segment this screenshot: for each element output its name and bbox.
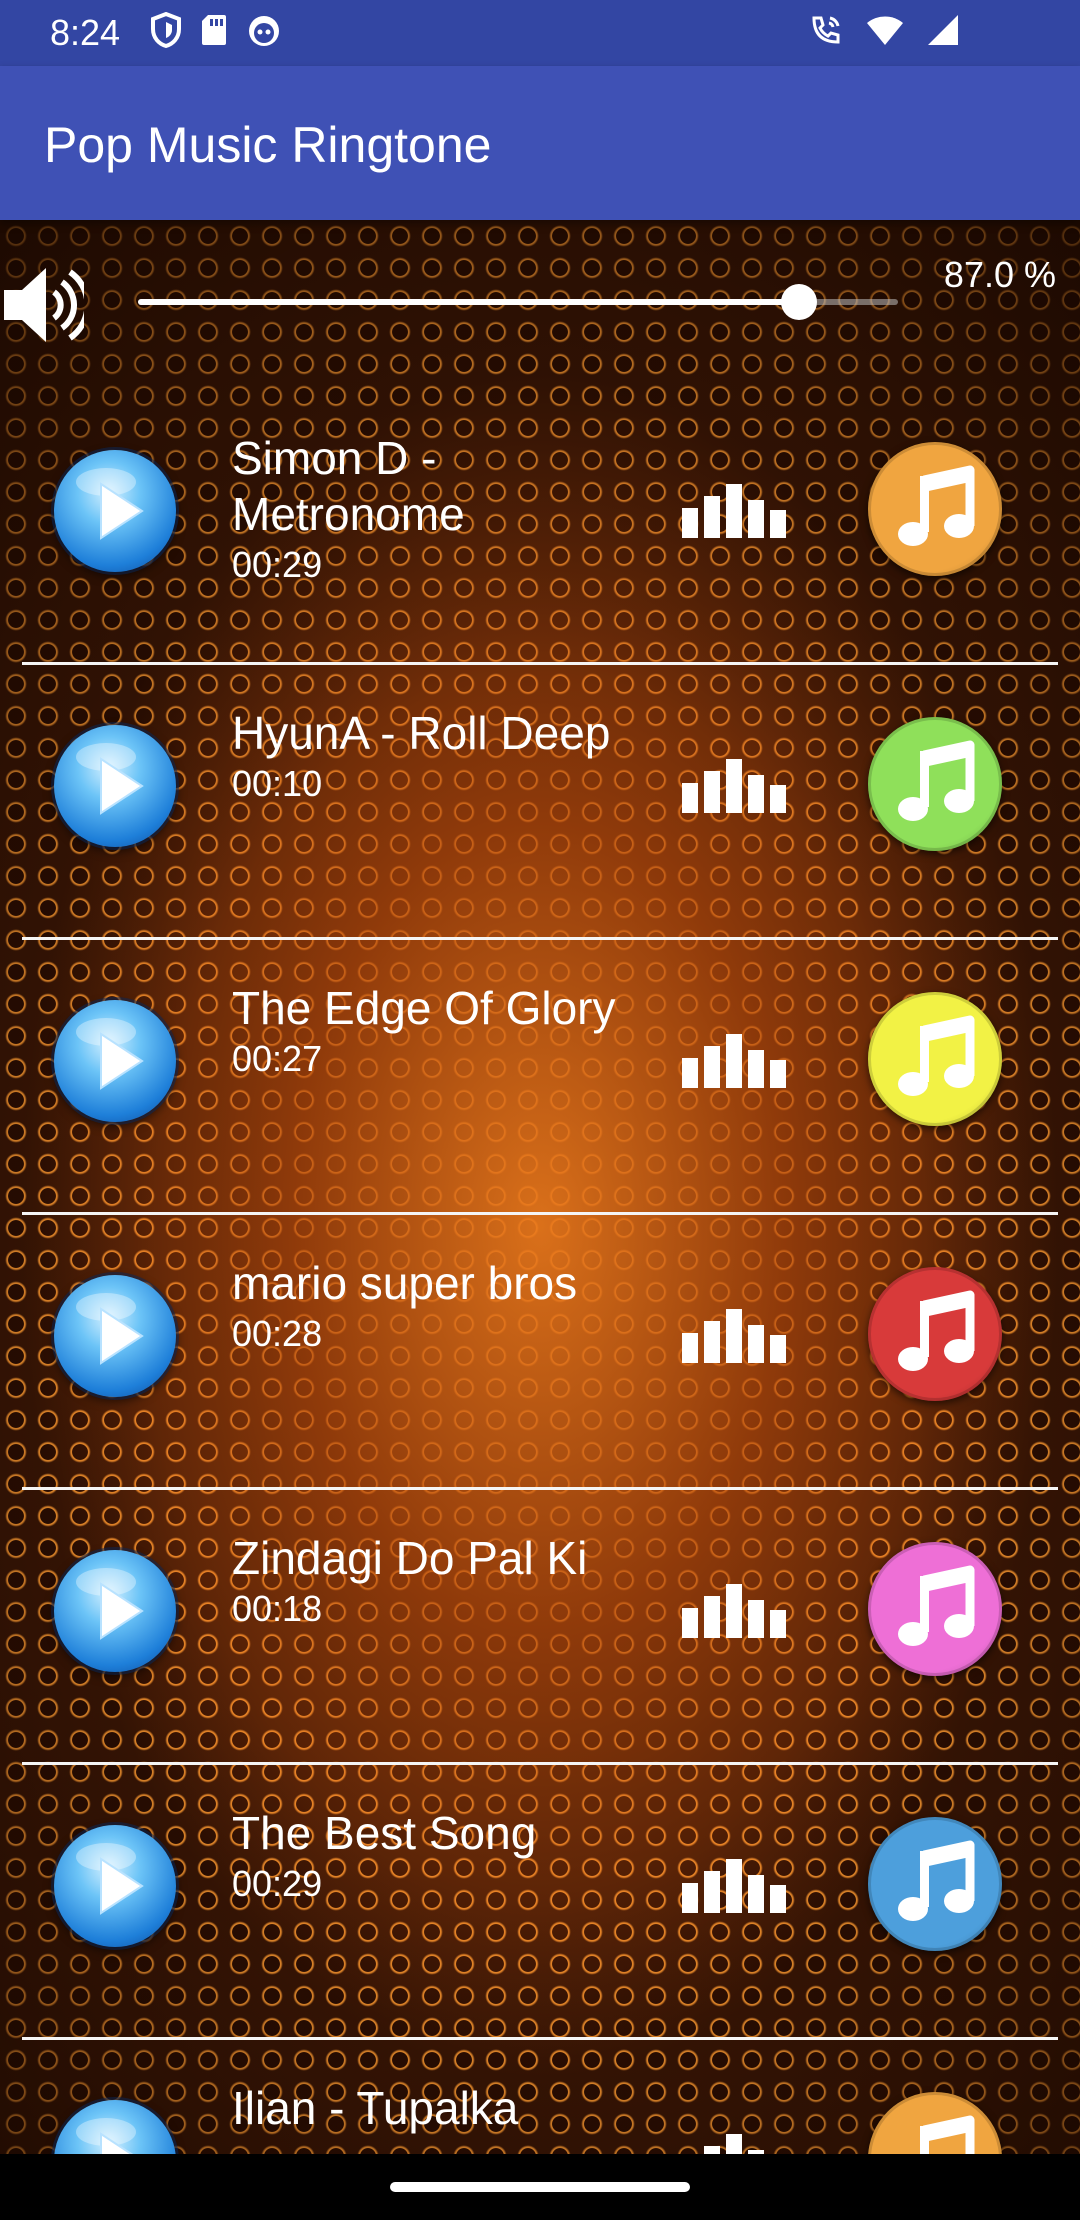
play-button[interactable] [54,1550,176,1672]
face-icon [246,12,282,53]
music-note-icon [920,2115,975,2154]
set-ringtone-button[interactable] [868,442,1002,576]
list-item[interactable]: Zindagi Do Pal Ki 00:18 [0,1490,1080,1765]
play-button[interactable] [54,1825,176,1947]
list-item[interactable]: HyunA - Roll Deep 00:10 [0,665,1080,940]
play-button[interactable] [54,725,176,847]
volume-control: 87.0 % [0,220,1080,390]
app-bar: Pop Music Ringtone [0,66,1080,220]
play-icon [76,1018,144,1090]
music-note-icon [898,1015,975,1096]
play-button[interactable] [54,1000,176,1122]
set-ringtone-button[interactable] [868,1542,1002,1676]
play-icon [76,743,144,815]
equalizer-icon [680,1855,788,1915]
song-title: mario super bros [232,1257,578,1309]
play-button[interactable] [54,450,176,572]
volume-slider-fill [138,299,800,305]
song-title: Ilian - Tupalka [232,2082,519,2134]
play-icon [76,468,144,540]
sd-card-icon [200,13,228,52]
song-duration: 00:29 [232,1863,323,1904]
navigation-bar [0,2154,1080,2220]
set-ringtone-button[interactable] [868,1817,1002,1951]
set-ringtone-button[interactable] [868,1267,1002,1401]
song-title: Zindagi Do Pal Ki [232,1532,588,1584]
set-ringtone-button[interactable] [868,717,1002,851]
play-icon [76,2118,136,2154]
music-note-icon [898,740,975,821]
song-info: HyunA - Roll Deep 00:10 [232,705,642,807]
status-bar: 8:24 [0,0,1080,66]
set-ringtone-button[interactable] [868,992,1002,1126]
shield-icon [150,11,182,53]
volume-percent: 87.0 % [943,254,1056,295]
song-duration: 00:29 [232,544,323,585]
song-title: Simon D - Metronome [232,432,465,540]
play-icon [76,1568,144,1640]
status-time: 8:24 [50,12,121,53]
song-info: Zindagi Do Pal Ki 00:18 [232,1530,642,1632]
music-note-icon [898,465,975,546]
set-ringtone-button[interactable] [868,2092,1002,2154]
signal-icon [926,13,960,52]
volume-slider-thumb[interactable] [781,284,818,320]
song-duration: 00:27 [232,1038,323,1079]
list-item[interactable]: The Edge Of Glory 00:27 [0,940,1080,1215]
equalizer-icon [680,1030,788,1090]
list-item[interactable]: Simon D - Metronome 00:29 [0,390,1080,665]
equalizer-icon [680,1580,788,1640]
song-title: HyunA - Roll Deep [232,707,611,759]
equalizer-icon [680,2130,788,2154]
list-item[interactable]: The Best Song 00:29 [0,1765,1080,2040]
speaker-icon[interactable] [2,260,91,350]
song-info: The Edge Of Glory 00:27 [232,980,642,1082]
song-duration: 00:28 [232,1313,323,1354]
ringtone-list-panel[interactable]: 87.0 % Simon D - Metronome 00:29 HyunA -… [0,220,1080,2154]
equalizer-icon [680,480,788,540]
equalizer-icon [680,755,788,815]
music-note-icon [898,1290,975,1371]
song-list: Simon D - Metronome 00:29 HyunA - Roll D… [0,390,1080,2154]
page-title: Pop Music Ringtone [44,117,492,173]
music-note-icon [898,1565,975,1646]
volume-slider[interactable] [138,284,898,320]
play-button[interactable] [54,2100,176,2154]
play-button[interactable] [54,1275,176,1397]
song-info: Simon D - Metronome 00:29 [232,430,642,588]
play-icon [76,1843,144,1915]
list-item[interactable]: mario super bros 00:28 [0,1215,1080,1490]
song-title: The Best Song [232,1807,537,1859]
status-icons-left [150,11,282,53]
song-duration: 00:10 [232,763,323,804]
song-info: Ilian - Tupalka [232,2080,642,2136]
wifi-call-icon [808,12,844,53]
music-note-icon [898,1840,975,1921]
wifi-icon [866,14,904,51]
song-duration: 00:18 [232,1588,323,1629]
home-handle[interactable] [390,2182,690,2192]
song-title: The Edge Of Glory [232,982,616,1034]
status-icons-right [808,12,960,52]
play-icon [76,1293,144,1365]
song-info: mario super bros 00:28 [232,1255,642,1357]
song-info: The Best Song 00:29 [232,1805,642,1907]
list-item[interactable]: Ilian - Tupalka [0,2040,1080,2154]
equalizer-icon [680,1305,788,1365]
